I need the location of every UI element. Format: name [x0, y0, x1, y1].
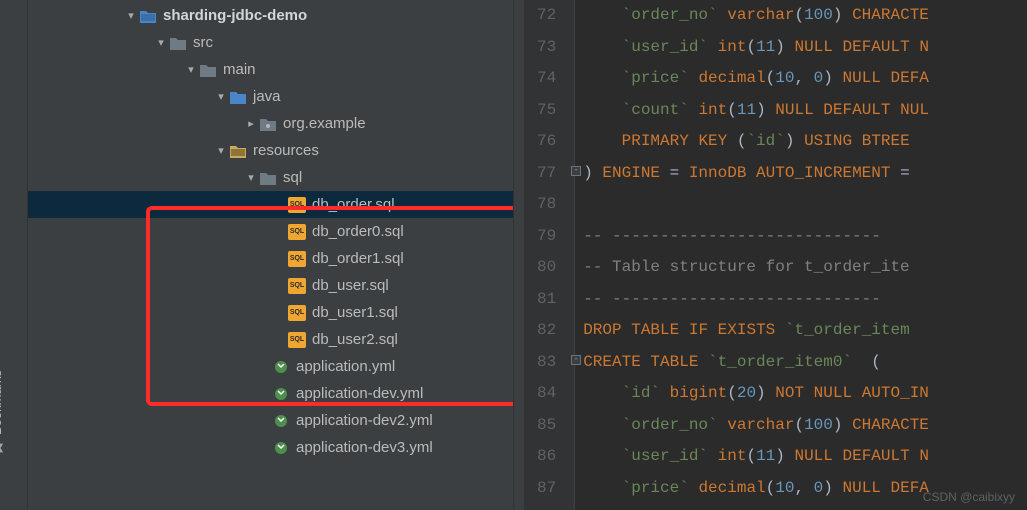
- tree-node-src[interactable]: ▾ src: [28, 29, 513, 56]
- yml-file-icon: [272, 359, 290, 375]
- tree-label: sharding-jdbc-demo: [163, 7, 307, 24]
- tree-label: application.yml: [296, 358, 395, 375]
- package-icon: [259, 116, 277, 132]
- tree-node-resources[interactable]: ▾ resources: [28, 137, 513, 164]
- watermark: CSDN @caibixyy: [923, 490, 1015, 504]
- folder-icon: [229, 89, 247, 105]
- tree-node-sql[interactable]: ▾ sql: [28, 164, 513, 191]
- tree-node-file[interactable]: SQL db_user2.sql: [28, 326, 513, 353]
- tree-node-java[interactable]: ▾ java: [28, 83, 513, 110]
- folder-icon: [139, 8, 157, 24]
- tree-label: db_order0.sql: [312, 223, 404, 240]
- tree-node-file[interactable]: application-dev.yml: [28, 380, 513, 407]
- yml-file-icon: [272, 386, 290, 402]
- yml-file-icon: [272, 440, 290, 456]
- folder-icon: [169, 35, 187, 51]
- folder-icon: [259, 170, 277, 186]
- code-editor[interactable]: 72737475767778798081828384858687 `order_…: [525, 0, 1027, 510]
- tree-node-file[interactable]: SQL db_user.sql: [28, 272, 513, 299]
- chevron-down-icon[interactable]: ▾: [213, 144, 229, 157]
- tree-node-file[interactable]: SQL db_order0.sql: [28, 218, 513, 245]
- tree-node-file[interactable]: application-dev3.yml: [28, 434, 513, 461]
- chevron-down-icon[interactable]: ▾: [243, 171, 259, 184]
- project-tree[interactable]: ▾ sharding-jdbc-demo ▾ src ▾ main ▾ java…: [28, 0, 513, 510]
- sql-file-icon: SQL: [288, 305, 306, 321]
- tree-node-file[interactable]: SQL db_order.sql: [28, 191, 513, 218]
- tree-label: db_user1.sql: [312, 304, 398, 321]
- yml-file-icon: [272, 413, 290, 429]
- bookmark-icon: [0, 441, 4, 455]
- tree-node-file[interactable]: application.yml: [28, 353, 513, 380]
- bookmarks-label: Bookmarks: [0, 370, 4, 455]
- tree-label: resources: [253, 142, 319, 159]
- chevron-down-icon[interactable]: ▾: [123, 9, 139, 22]
- tree-label: db_user.sql: [312, 277, 389, 294]
- tree-label: application-dev.yml: [296, 385, 423, 402]
- chevron-down-icon[interactable]: ▾: [153, 36, 169, 49]
- tree-node-file[interactable]: SQL db_order1.sql: [28, 245, 513, 272]
- sql-file-icon: SQL: [288, 278, 306, 294]
- tree-label: main: [223, 61, 256, 78]
- bookmarks-toolbar[interactable]: Bookmarks: [0, 0, 28, 510]
- chevron-down-icon[interactable]: ▾: [213, 90, 229, 103]
- sql-file-icon: SQL: [288, 197, 306, 213]
- tree-label: db_user2.sql: [312, 331, 398, 348]
- tree-node-file[interactable]: application-dev2.yml: [28, 407, 513, 434]
- tree-label: application-dev2.yml: [296, 412, 433, 429]
- resources-folder-icon: [229, 143, 247, 159]
- chevron-right-icon[interactable]: ▸: [243, 117, 259, 130]
- tree-node-project-root[interactable]: ▾ sharding-jdbc-demo: [28, 2, 513, 29]
- tree-node-package[interactable]: ▸ org.example: [28, 110, 513, 137]
- code-content[interactable]: `order_no` varchar(100) CHARACTE `user_i…: [575, 0, 929, 510]
- tree-label: org.example: [283, 115, 366, 132]
- sql-file-icon: SQL: [288, 224, 306, 240]
- tree-label: db_order1.sql: [312, 250, 404, 267]
- folder-icon: [199, 62, 217, 78]
- tree-node-file[interactable]: SQL db_user1.sql: [28, 299, 513, 326]
- splitter[interactable]: [513, 0, 525, 510]
- gutter-line-numbers: 72737475767778798081828384858687: [525, 0, 575, 510]
- tree-label: src: [193, 34, 213, 51]
- tree-label: sql: [283, 169, 302, 186]
- tree-node-main[interactable]: ▾ main: [28, 56, 513, 83]
- sql-file-icon: SQL: [288, 332, 306, 348]
- chevron-down-icon[interactable]: ▾: [183, 63, 199, 76]
- tree-label: java: [253, 88, 281, 105]
- tree-label: application-dev3.yml: [296, 439, 433, 456]
- tree-label: db_order.sql: [312, 196, 395, 213]
- bookmarks-text: Bookmarks: [0, 370, 4, 435]
- sql-file-icon: SQL: [288, 251, 306, 267]
